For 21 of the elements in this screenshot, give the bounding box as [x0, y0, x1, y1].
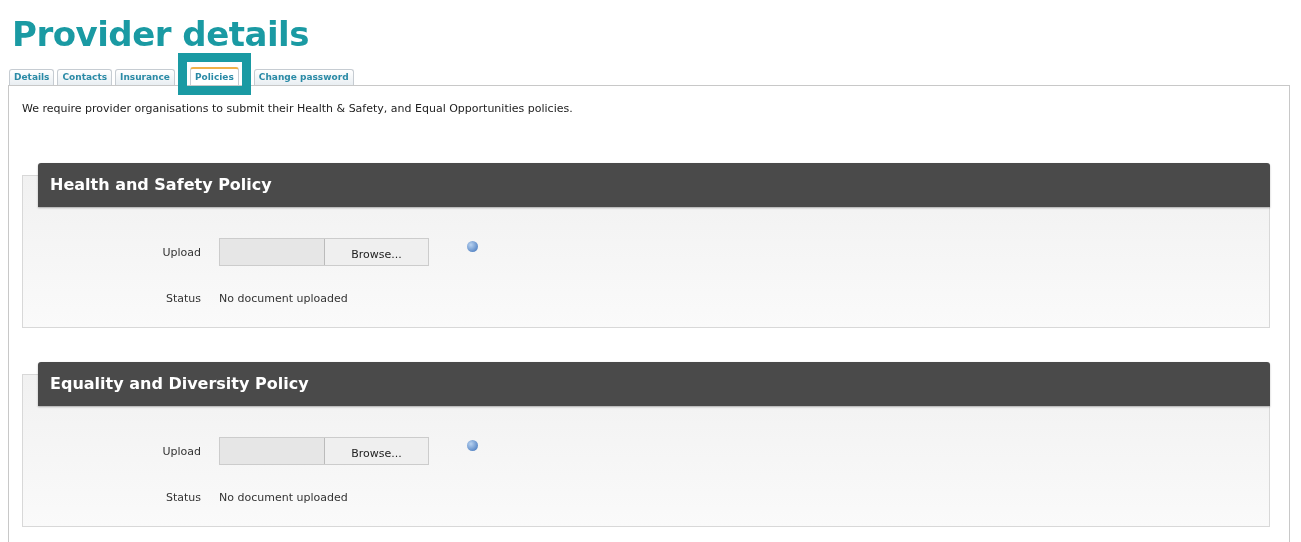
field-label: Upload [161, 245, 201, 259]
section-header: Equality and Diversity Policy [38, 362, 1270, 406]
tab[interactable]: Insurance [115, 69, 175, 85]
field-label: Upload [161, 444, 201, 458]
section-header: Health and Safety Policy [38, 163, 1270, 207]
browse-button[interactable]: Browse... [324, 239, 428, 265]
tab[interactable]: Change password [253, 69, 354, 85]
field-label: Status [164, 292, 201, 305]
tab[interactable]: Contacts [57, 69, 113, 85]
info-icon[interactable] [467, 240, 478, 252]
page-title: Provider details [12, 13, 310, 56]
status-text: No document uploaded [219, 292, 349, 305]
status-text: No document uploaded [219, 491, 349, 504]
tab[interactable]: Policies [189, 67, 239, 85]
browse-button[interactable]: Browse... [324, 438, 428, 464]
info-icon[interactable] [467, 439, 478, 451]
intro-text: We require provider organisations to submit their Health & Safety, and Equal Opportunities policies. [22, 102, 574, 115]
field-label: Status [164, 491, 201, 504]
tab[interactable]: Details [9, 69, 55, 85]
file-field[interactable]: Browse... [219, 437, 429, 465]
file-field[interactable]: Browse... [219, 238, 429, 266]
